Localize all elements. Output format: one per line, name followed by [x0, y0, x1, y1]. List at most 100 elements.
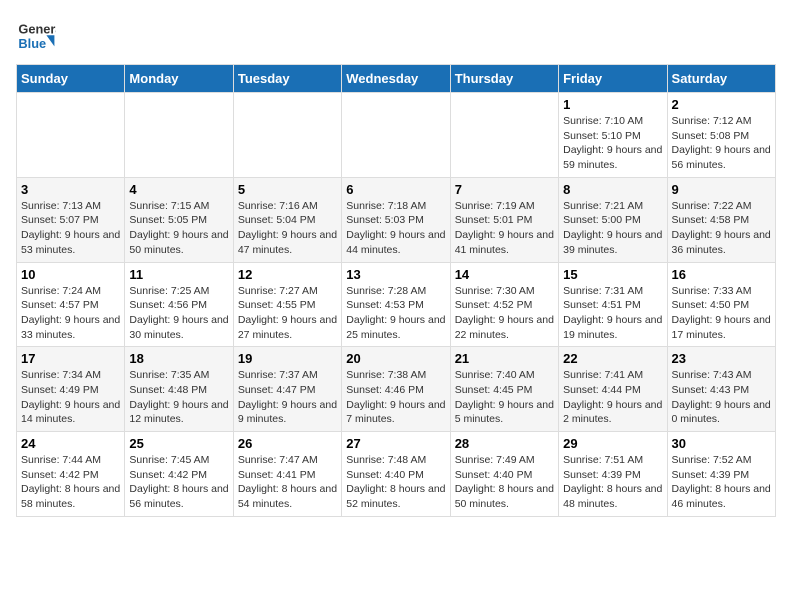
- day-number: 22: [563, 351, 662, 366]
- header-saturday: Saturday: [667, 65, 775, 93]
- day-info: Sunrise: 7:34 AM Sunset: 4:49 PM Dayligh…: [21, 368, 120, 427]
- day-cell: 14 Sunrise: 7:30 AM Sunset: 4:52 PM Dayli…: [450, 262, 558, 347]
- calendar-header-row: SundayMondayTuesdayWednesdayThursdayFrid…: [17, 65, 776, 93]
- day-info: Sunrise: 7:37 AM Sunset: 4:47 PM Dayligh…: [238, 368, 337, 427]
- logo-icon: GeneralBlue: [16, 16, 56, 56]
- day-cell: 10 Sunrise: 7:24 AM Sunset: 4:57 PM Dayli…: [17, 262, 125, 347]
- day-number: 16: [672, 267, 771, 282]
- day-cell: [125, 93, 233, 178]
- day-number: 18: [129, 351, 228, 366]
- day-cell: 21Sunrise: 7:40 AM Sunset: 4:45 PM Dayli…: [450, 347, 558, 432]
- day-info: Sunrise: 7:49 AM Sunset: 4:40 PM Dayligh…: [455, 453, 554, 512]
- day-info: Sunrise: 7:41 AM Sunset: 4:44 PM Dayligh…: [563, 368, 662, 427]
- day-cell: 16 Sunrise: 7:33 AM Sunset: 4:50 PM Dayli…: [667, 262, 775, 347]
- day-info: Sunrise: 7:35 AM Sunset: 4:48 PM Dayligh…: [129, 368, 228, 427]
- day-number: 17: [21, 351, 120, 366]
- week-row-5: 24 Sunrise: 7:44 AM Sunset: 4:42 PM Dayli…: [17, 432, 776, 517]
- svg-text:Blue: Blue: [18, 36, 46, 51]
- day-info: Sunrise: 7:15 AM Sunset: 5:05 PM Dayligh…: [129, 199, 228, 258]
- day-cell: 3Sunrise: 7:13 AM Sunset: 5:07 PM Daylig…: [17, 177, 125, 262]
- day-info: Sunrise: 7:43 AM Sunset: 4:43 PM Dayligh…: [672, 368, 771, 427]
- day-cell: 17 Sunrise: 7:34 AM Sunset: 4:49 PM Dayli…: [17, 347, 125, 432]
- day-cell: 11 Sunrise: 7:25 AM Sunset: 4:56 PM Dayli…: [125, 262, 233, 347]
- day-number: 19: [238, 351, 337, 366]
- day-cell: 18 Sunrise: 7:35 AM Sunset: 4:48 PM Dayli…: [125, 347, 233, 432]
- day-info: Sunrise: 7:45 AM Sunset: 4:42 PM Dayligh…: [129, 453, 228, 512]
- day-info: Sunrise: 7:12 AM Sunset: 5:08 PM Dayligh…: [672, 114, 771, 173]
- day-number: 9: [672, 182, 771, 197]
- day-cell: 2 Sunrise: 7:12 AM Sunset: 5:08 PM Daylig…: [667, 93, 775, 178]
- day-info: Sunrise: 7:30 AM Sunset: 4:52 PM Dayligh…: [455, 284, 554, 343]
- day-cell: [342, 93, 450, 178]
- day-number: 1: [563, 97, 662, 112]
- day-number: 28: [455, 436, 554, 451]
- day-cell: 28 Sunrise: 7:49 AM Sunset: 4:40 PM Dayli…: [450, 432, 558, 517]
- day-number: 3: [21, 182, 120, 197]
- week-row-2: 3Sunrise: 7:13 AM Sunset: 5:07 PM Daylig…: [17, 177, 776, 262]
- day-cell: [450, 93, 558, 178]
- header-tuesday: Tuesday: [233, 65, 341, 93]
- header-thursday: Thursday: [450, 65, 558, 93]
- day-number: 8: [563, 182, 662, 197]
- day-number: 14: [455, 267, 554, 282]
- day-cell: 19 Sunrise: 7:37 AM Sunset: 4:47 PM Dayli…: [233, 347, 341, 432]
- day-cell: 26 Sunrise: 7:47 AM Sunset: 4:41 PM Dayli…: [233, 432, 341, 517]
- week-row-3: 10 Sunrise: 7:24 AM Sunset: 4:57 PM Dayli…: [17, 262, 776, 347]
- day-info: Sunrise: 7:19 AM Sunset: 5:01 PM Dayligh…: [455, 199, 554, 258]
- day-cell: 27Sunrise: 7:48 AM Sunset: 4:40 PM Dayli…: [342, 432, 450, 517]
- day-cell: 20Sunrise: 7:38 AM Sunset: 4:46 PM Dayli…: [342, 347, 450, 432]
- day-number: 25: [129, 436, 228, 451]
- day-cell: 25 Sunrise: 7:45 AM Sunset: 4:42 PM Dayli…: [125, 432, 233, 517]
- day-number: 2: [672, 97, 771, 112]
- day-info: Sunrise: 7:10 AM Sunset: 5:10 PM Dayligh…: [563, 114, 662, 173]
- day-info: Sunrise: 7:27 AM Sunset: 4:55 PM Dayligh…: [238, 284, 337, 343]
- day-number: 7: [455, 182, 554, 197]
- day-number: 21: [455, 351, 554, 366]
- day-info: Sunrise: 7:44 AM Sunset: 4:42 PM Dayligh…: [21, 453, 120, 512]
- day-cell: 29 Sunrise: 7:51 AM Sunset: 4:39 PM Dayli…: [559, 432, 667, 517]
- day-cell: 15Sunrise: 7:31 AM Sunset: 4:51 PM Dayli…: [559, 262, 667, 347]
- day-number: 6: [346, 182, 445, 197]
- day-cell: [233, 93, 341, 178]
- day-cell: 13 Sunrise: 7:28 AM Sunset: 4:53 PM Dayli…: [342, 262, 450, 347]
- header-monday: Monday: [125, 65, 233, 93]
- day-info: Sunrise: 7:38 AM Sunset: 4:46 PM Dayligh…: [346, 368, 445, 427]
- day-cell: 22 Sunrise: 7:41 AM Sunset: 4:44 PM Dayli…: [559, 347, 667, 432]
- day-info: Sunrise: 7:33 AM Sunset: 4:50 PM Dayligh…: [672, 284, 771, 343]
- day-info: Sunrise: 7:47 AM Sunset: 4:41 PM Dayligh…: [238, 453, 337, 512]
- week-row-1: 1 Sunrise: 7:10 AM Sunset: 5:10 PM Daylig…: [17, 93, 776, 178]
- day-number: 26: [238, 436, 337, 451]
- day-number: 29: [563, 436, 662, 451]
- day-info: Sunrise: 7:18 AM Sunset: 5:03 PM Dayligh…: [346, 199, 445, 258]
- day-cell: 24 Sunrise: 7:44 AM Sunset: 4:42 PM Dayli…: [17, 432, 125, 517]
- day-info: Sunrise: 7:25 AM Sunset: 4:56 PM Dayligh…: [129, 284, 228, 343]
- day-number: 13: [346, 267, 445, 282]
- day-info: Sunrise: 7:28 AM Sunset: 4:53 PM Dayligh…: [346, 284, 445, 343]
- day-info: Sunrise: 7:51 AM Sunset: 4:39 PM Dayligh…: [563, 453, 662, 512]
- day-cell: 23 Sunrise: 7:43 AM Sunset: 4:43 PM Dayli…: [667, 347, 775, 432]
- day-info: Sunrise: 7:24 AM Sunset: 4:57 PM Dayligh…: [21, 284, 120, 343]
- day-cell: 30Sunrise: 7:52 AM Sunset: 4:39 PM Dayli…: [667, 432, 775, 517]
- day-number: 12: [238, 267, 337, 282]
- day-number: 11: [129, 267, 228, 282]
- day-cell: 9 Sunrise: 7:22 AM Sunset: 4:58 PM Daylig…: [667, 177, 775, 262]
- day-number: 5: [238, 182, 337, 197]
- calendar-table: SundayMondayTuesdayWednesdayThursdayFrid…: [16, 64, 776, 517]
- day-cell: 12 Sunrise: 7:27 AM Sunset: 4:55 PM Dayli…: [233, 262, 341, 347]
- week-row-4: 17 Sunrise: 7:34 AM Sunset: 4:49 PM Dayli…: [17, 347, 776, 432]
- logo: GeneralBlue: [16, 16, 56, 56]
- header-sunday: Sunday: [17, 65, 125, 93]
- day-number: 4: [129, 182, 228, 197]
- day-cell: 5 Sunrise: 7:16 AM Sunset: 5:04 PM Daylig…: [233, 177, 341, 262]
- header: GeneralBlue: [16, 16, 776, 56]
- day-info: Sunrise: 7:22 AM Sunset: 4:58 PM Dayligh…: [672, 199, 771, 258]
- day-cell: 1 Sunrise: 7:10 AM Sunset: 5:10 PM Daylig…: [559, 93, 667, 178]
- day-number: 24: [21, 436, 120, 451]
- day-info: Sunrise: 7:52 AM Sunset: 4:39 PM Dayligh…: [672, 453, 771, 512]
- header-friday: Friday: [559, 65, 667, 93]
- day-number: 27: [346, 436, 445, 451]
- day-info: Sunrise: 7:16 AM Sunset: 5:04 PM Dayligh…: [238, 199, 337, 258]
- day-number: 23: [672, 351, 771, 366]
- day-number: 10: [21, 267, 120, 282]
- day-cell: 8Sunrise: 7:21 AM Sunset: 5:00 PM Daylig…: [559, 177, 667, 262]
